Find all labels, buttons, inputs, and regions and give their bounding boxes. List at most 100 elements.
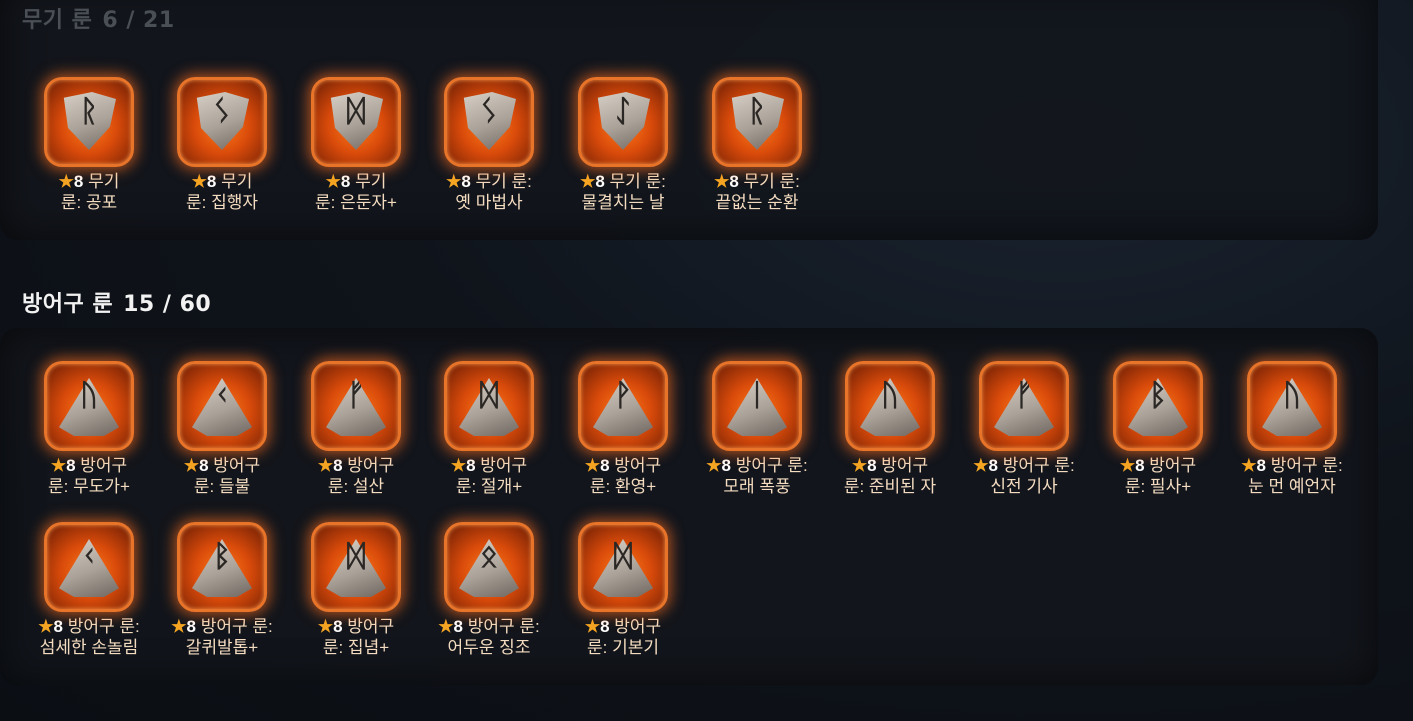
rune-name-part2: 룬: 절개+: [455, 477, 523, 496]
rune-name-part2: 눈 먼 예언자: [1248, 477, 1336, 496]
rune-label: ★8 무기 룬: 끝없는 순환: [692, 171, 822, 213]
armor-section-title: 방어구 룬 15 / 60: [22, 286, 211, 318]
star-icon: ★: [714, 172, 730, 191]
rune-name-part2: 물결치는 날: [581, 193, 665, 212]
rune-grade: 8: [988, 456, 998, 475]
armor-rune-card[interactable]: ᚠ ★8 방어구 룬: 신전 기사: [959, 361, 1089, 497]
rune-icon-frame[interactable]: ᚲ: [44, 522, 134, 612]
star-icon: ★: [706, 456, 722, 475]
rune-glyph-icon: ᛊ: [480, 94, 498, 129]
rune-label: ★8 방어구 룬: 절개+: [424, 455, 554, 497]
armor-rune-card[interactable]: ᚢ ★8 방어구 룬: 무도가+: [24, 361, 154, 497]
rune-grade: 8: [206, 172, 217, 191]
weapon-rune-card[interactable]: ᛞ ★8 무기 룬: 은둔자+: [291, 77, 421, 213]
rune-grade: 8: [333, 617, 343, 636]
rune-name-part1: 방어구: [347, 617, 395, 636]
rune-label: ★8 방어구 룬: 눈 먼 예언자: [1227, 455, 1357, 497]
rune-name-part1: 방어구: [480, 456, 528, 475]
rune-icon-frame[interactable]: ᚲ: [177, 361, 267, 451]
rune-icon-frame[interactable]: ᚢ: [845, 361, 935, 451]
armor-rune-card[interactable]: ᚹ ★8 방어구 룬: 환영+: [558, 361, 688, 497]
armor-rune-card[interactable]: ᛒ ★8 방어구 룬: 필사+: [1093, 361, 1223, 497]
rune-icon-frame[interactable]: ᛒ: [177, 522, 267, 612]
armor-rune-card[interactable]: ᛞ ★8 방어구 룬: 절개+: [424, 361, 554, 497]
weapon-rune-card[interactable]: ᛊ ★8 무기 룬: 집행자: [157, 77, 287, 213]
rune-label-line1: ★8 방어구 룬:: [692, 455, 822, 476]
rune-label: ★8 방어구 룬: 모래 폭풍: [692, 455, 822, 497]
armor-rune-card[interactable]: ᛞ ★8 방어구 룬: 기본기: [558, 522, 688, 658]
rune-icon-frame[interactable]: ᚱ: [712, 77, 802, 167]
rune-icon-frame[interactable]: ᛊ: [444, 77, 534, 167]
rune-name-part2: 룬: 집행자: [185, 193, 258, 212]
rune-label: ★8 무기 룬: 옛 마법사: [424, 171, 554, 213]
armor-rune-card[interactable]: ᚠ ★8 방어구 룬: 설산: [291, 361, 421, 497]
rune-icon-frame[interactable]: ᚢ: [1247, 361, 1337, 451]
rune-glyph-icon: ᚢ: [80, 378, 98, 413]
star-icon: ★: [1119, 456, 1136, 475]
star-icon: ★: [584, 456, 601, 475]
rune-icon-frame[interactable]: ᛞ: [444, 361, 534, 451]
rune-icon-frame[interactable]: ᛞ: [311, 522, 401, 612]
rune-name-part1: 무기: [221, 172, 253, 191]
rune-icon-frame[interactable]: ᛟ: [444, 522, 534, 612]
armor-section-count: 15 / 60: [123, 292, 212, 317]
rune-label: ★8 무기 룬: 집행자: [157, 171, 287, 213]
rune-name-part2: 룬: 무도가+: [48, 477, 130, 496]
rune-label-line1: ★8 무기 룬:: [558, 171, 688, 192]
armor-rune-card[interactable]: ᛁ ★8 방어구 룬: 모래 폭풍: [692, 361, 822, 497]
armor-rune-card[interactable]: ᚲ ★8 방어구 룬: 들불: [157, 361, 287, 497]
rune-icon-frame[interactable]: ᚠ: [979, 361, 1069, 451]
star-icon: ★: [584, 617, 601, 636]
rune-grade: 8: [73, 172, 84, 191]
rune-glyph-icon: ᚠ: [1015, 378, 1033, 413]
weapon-rune-card[interactable]: ᚱ ★8 무기 룬: 공포: [24, 77, 154, 213]
rune-icon-frame[interactable]: ᚢ: [44, 361, 134, 451]
star-icon: ★: [317, 456, 334, 475]
rune-glyph-icon: ᚢ: [881, 378, 899, 413]
rune-icon-frame[interactable]: ᚱ: [44, 77, 134, 167]
rune-name-part1: 방어구 룬:: [67, 617, 140, 636]
weapon-rune-card[interactable]: ᛇ ★8 무기 룬: 물결치는 날: [558, 77, 688, 213]
rune-icon-frame[interactable]: ᚠ: [311, 361, 401, 451]
rune-grade: 8: [867, 456, 877, 475]
rune-grade: 8: [333, 456, 343, 475]
rune-icon-frame[interactable]: ᛊ: [177, 77, 267, 167]
weapon-rune-card[interactable]: ᚱ ★8 무기 룬: 끝없는 순환: [692, 77, 822, 213]
rune-grade: 8: [340, 172, 351, 191]
rune-label: ★8 방어구 룬: 무도가+: [24, 455, 154, 497]
rune-label: ★8 무기 룬: 은둔자+: [291, 171, 421, 213]
rune-grade: 8: [729, 172, 739, 191]
rune-label-line1: ★8 방어구 룬:: [157, 616, 287, 637]
weapon-section-name: 무기 룬: [22, 8, 93, 33]
rune-label: ★8 방어구 룬: 설산: [291, 455, 421, 497]
rune-icon-frame[interactable]: ᛇ: [578, 77, 668, 167]
rune-icon-frame[interactable]: ᛞ: [311, 77, 401, 167]
star-icon: ★: [438, 617, 454, 636]
star-icon: ★: [580, 172, 596, 191]
rune-label-line1: ★8 무기 룬:: [424, 171, 554, 192]
rune-label: ★8 방어구 룬: 집념+: [291, 616, 421, 658]
rune-icon-frame[interactable]: ᛁ: [712, 361, 802, 451]
armor-rune-card[interactable]: ᛞ ★8 방어구 룬: 집념+: [291, 522, 421, 658]
rune-name-part2: 룬: 준비된 자: [843, 477, 937, 496]
rune-icon-frame[interactable]: ᛒ: [1113, 361, 1203, 451]
armor-rune-card[interactable]: ᛟ ★8 방어구 룬: 어두운 징조: [424, 522, 554, 658]
rune-grade: 8: [721, 456, 731, 475]
armor-rune-card[interactable]: ᚲ ★8 방어구 룬: 섬세한 손놀림: [24, 522, 154, 658]
rune-label: ★8 무기 룬: 물결치는 날: [558, 171, 688, 213]
rune-label: ★8 무기 룬: 공포: [24, 171, 154, 213]
rune-name-part2: 룬: 은둔자+: [315, 193, 397, 212]
rune-name-part1: 방어구: [881, 456, 929, 475]
armor-rune-card[interactable]: ᚢ ★8 방어구 룬: 눈 먼 예언자: [1227, 361, 1357, 497]
weapon-section-count: 6 / 21: [102, 8, 175, 33]
rune-glyph-icon: ᛊ: [213, 94, 231, 129]
rune-glyph-icon: ᚱ: [748, 94, 766, 129]
armor-rune-card[interactable]: ᛒ ★8 방어구 룬: 갈퀴발톱+: [157, 522, 287, 658]
armor-rune-card[interactable]: ᚢ ★8 방어구 룬: 준비된 자: [825, 361, 955, 497]
rune-icon-frame[interactable]: ᚹ: [578, 361, 668, 451]
rune-label-line1: ★8 무기: [291, 171, 421, 192]
rune-name-part2: 옛 마법사: [455, 193, 523, 212]
weapon-rune-card[interactable]: ᛊ ★8 무기 룬: 옛 마법사: [424, 77, 554, 213]
rune-glyph-icon: ᛇ: [614, 94, 632, 129]
rune-icon-frame[interactable]: ᛞ: [578, 522, 668, 612]
